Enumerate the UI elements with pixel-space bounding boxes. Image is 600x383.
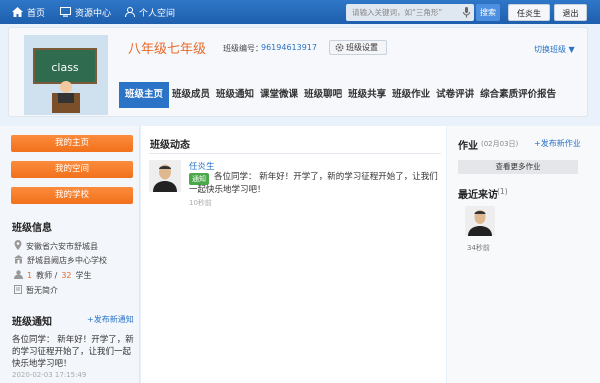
intro-text: 暂无简介 xyxy=(26,286,58,295)
class-activity-title: 班级动态 xyxy=(150,140,190,151)
class-number-label: 班级编号： xyxy=(223,44,263,53)
class-tabs: 班级主页 班级成员 班级通知 课堂微课 班级聊吧 班级共享 班级作业 试卷评讲 … xyxy=(119,82,559,108)
tab-exam-review[interactable]: 试卷评讲 xyxy=(433,82,477,108)
recent-visitors-title: 最近来访 xyxy=(458,190,498,201)
class-school: 舒城县阙店乡中心学校 xyxy=(14,255,107,266)
publish-notice-link[interactable]: +发布新通知 xyxy=(87,314,134,325)
class-info-title: 班级信息 xyxy=(12,223,52,234)
notice-time: 2020-02-03 17:15:49 xyxy=(12,371,87,379)
user-name-button[interactable]: 任炎生 xyxy=(508,4,550,21)
visitor-avatar[interactable] xyxy=(465,206,495,236)
tab-quality-report[interactable]: 综合素质评价报告 xyxy=(477,82,559,108)
school-icon xyxy=(14,255,23,266)
search-button[interactable]: 搜索 xyxy=(476,4,500,21)
class-settings-label: 班级设置 xyxy=(346,43,378,52)
nav-personal-space[interactable]: 个人空间 xyxy=(125,0,175,24)
caret-down-icon: ▼ xyxy=(568,45,575,54)
nav-home-label: 首页 xyxy=(27,8,46,19)
nav-home[interactable]: 首页 xyxy=(12,0,45,24)
tab-class-chat[interactable]: 班级聊吧 xyxy=(301,82,345,108)
class-name: 八年级七年级 xyxy=(128,42,207,57)
post-time: 10秒前 xyxy=(189,199,212,207)
home-icon xyxy=(12,7,23,17)
more-homework-button[interactable]: 查看更多作业 xyxy=(458,160,578,174)
homework-title: 作业 xyxy=(458,141,478,152)
switch-class-label: 切换班级 xyxy=(534,45,566,54)
avatar[interactable] xyxy=(149,160,181,192)
left-sidebar: 我的主页 我的空间 我的学校 班级信息 安徽省六安市舒城县 舒城县阙店乡中心学校… xyxy=(0,126,140,383)
nav-personal-label: 个人空间 xyxy=(139,8,176,19)
tab-class-notice[interactable]: 班级通知 xyxy=(213,82,257,108)
recent-visitors-count: (1) xyxy=(497,187,508,196)
switch-class-link[interactable]: 切换班级 ▼ xyxy=(534,44,575,55)
document-icon xyxy=(14,285,22,296)
chalkboard-text: class xyxy=(51,61,79,74)
user-icon xyxy=(125,7,135,17)
publish-homework-link[interactable]: +发布新作业 xyxy=(534,138,581,149)
tab-class-members[interactable]: 班级成员 xyxy=(169,82,213,108)
right-sidebar: 作业 (02月03日) +发布新作业 查看更多作业 最近来访 (1) 34秒前 xyxy=(447,126,600,383)
class-location: 安徽省六安市舒城县 xyxy=(14,240,98,252)
monitor-icon xyxy=(60,7,71,17)
teacher-count: 1 xyxy=(27,271,33,280)
person-icon xyxy=(14,270,23,281)
nav-resource-center[interactable]: 资源中心 xyxy=(60,0,111,24)
class-photo: class xyxy=(24,35,108,115)
notice-text: 各位同学： 新年好！开学了，新的学习征程开始了，让我们一起快乐地学习吧！ xyxy=(12,335,134,369)
tab-micro-lessons[interactable]: 课堂微课 xyxy=(257,82,301,108)
school-text: 舒城县阙店乡中心学校 xyxy=(27,256,107,265)
class-intro: 暂无简介 xyxy=(14,285,58,296)
gear-icon xyxy=(335,43,344,52)
homework-date: (02月03日) xyxy=(481,140,519,148)
teacher-label: 教师 / xyxy=(36,271,58,280)
top-bar: 首页 资源中心 个人空间 请输入关键词，如“三角形” 搜索 任炎生 退出 xyxy=(0,0,600,24)
search-input[interactable]: 请输入关键词，如“三角形” xyxy=(346,4,474,21)
class-members-count: 1 教师 / 32 学生 xyxy=(14,270,92,281)
class-number: 96194613917 xyxy=(261,43,317,52)
nav-resource-label: 资源中心 xyxy=(75,8,112,19)
tab-class-home[interactable]: 班级主页 xyxy=(119,82,170,108)
my-home-button[interactable]: 我的主页 xyxy=(11,135,133,152)
logout-button[interactable]: 退出 xyxy=(554,4,587,21)
my-school-button[interactable]: 我的学校 xyxy=(11,187,133,204)
student-count: 32 xyxy=(61,271,72,280)
tab-class-homework[interactable]: 班级作业 xyxy=(389,82,433,108)
student-label: 学生 xyxy=(75,271,92,280)
my-space-button[interactable]: 我的空间 xyxy=(11,161,133,178)
class-activity-panel: 班级动态 任炎生 通知 各位同学： 新年好！开学了，新的学习征程开始了，让我们一… xyxy=(141,126,446,383)
microphone-icon[interactable] xyxy=(463,7,470,18)
class-header: class 八年级七年级 班级编号： 96194613917 班级设置 切换班级… xyxy=(8,27,588,117)
visitor-time: 34秒前 xyxy=(467,244,490,252)
location-pin-icon xyxy=(14,240,22,252)
location-text: 安徽省六安市舒城县 xyxy=(26,241,98,251)
divider xyxy=(149,153,441,154)
search-placeholder: 请输入关键词，如“三角形” xyxy=(352,8,443,17)
class-settings-button[interactable]: 班级设置 xyxy=(329,40,387,55)
class-notice-title: 班级通知 xyxy=(12,317,52,328)
tab-class-share[interactable]: 班级共享 xyxy=(345,82,389,108)
post-text: 各位同学： 新年好！开学了，新的学习征程开始了，让我们一起快乐地学习吧！ xyxy=(189,172,438,195)
